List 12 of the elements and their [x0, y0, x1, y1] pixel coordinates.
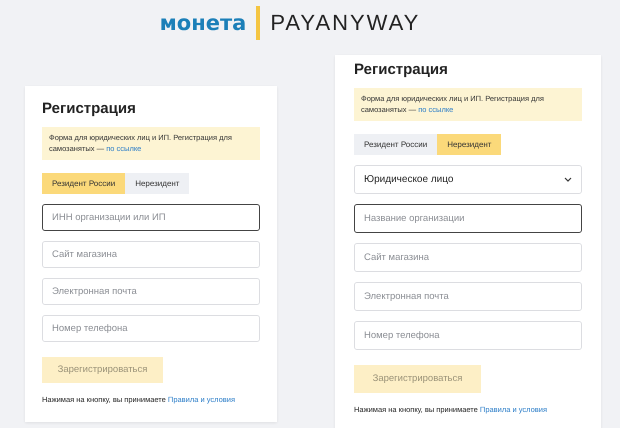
logo-text: монета: [160, 10, 246, 34]
tab[interactable]: Резидент России: [354, 134, 438, 154]
input-field[interactable]: ИНН организации или ИП: [42, 204, 260, 230]
logo-text: PAYANYWAY: [270, 10, 420, 36]
tab[interactable]: Резидент России: [42, 172, 126, 194]
form-title: Регистрация: [42, 100, 137, 117]
tab[interactable]: Нерезидент: [437, 134, 502, 154]
input-field[interactable]: Название организации: [354, 204, 582, 232]
tab[interactable]: Нерезидент: [125, 172, 190, 194]
dropdown[interactable]: Юридическое лицо: [354, 164, 582, 194]
chevron-down-icon: [564, 176, 572, 182]
form-title: Регистрация: [354, 61, 449, 78]
